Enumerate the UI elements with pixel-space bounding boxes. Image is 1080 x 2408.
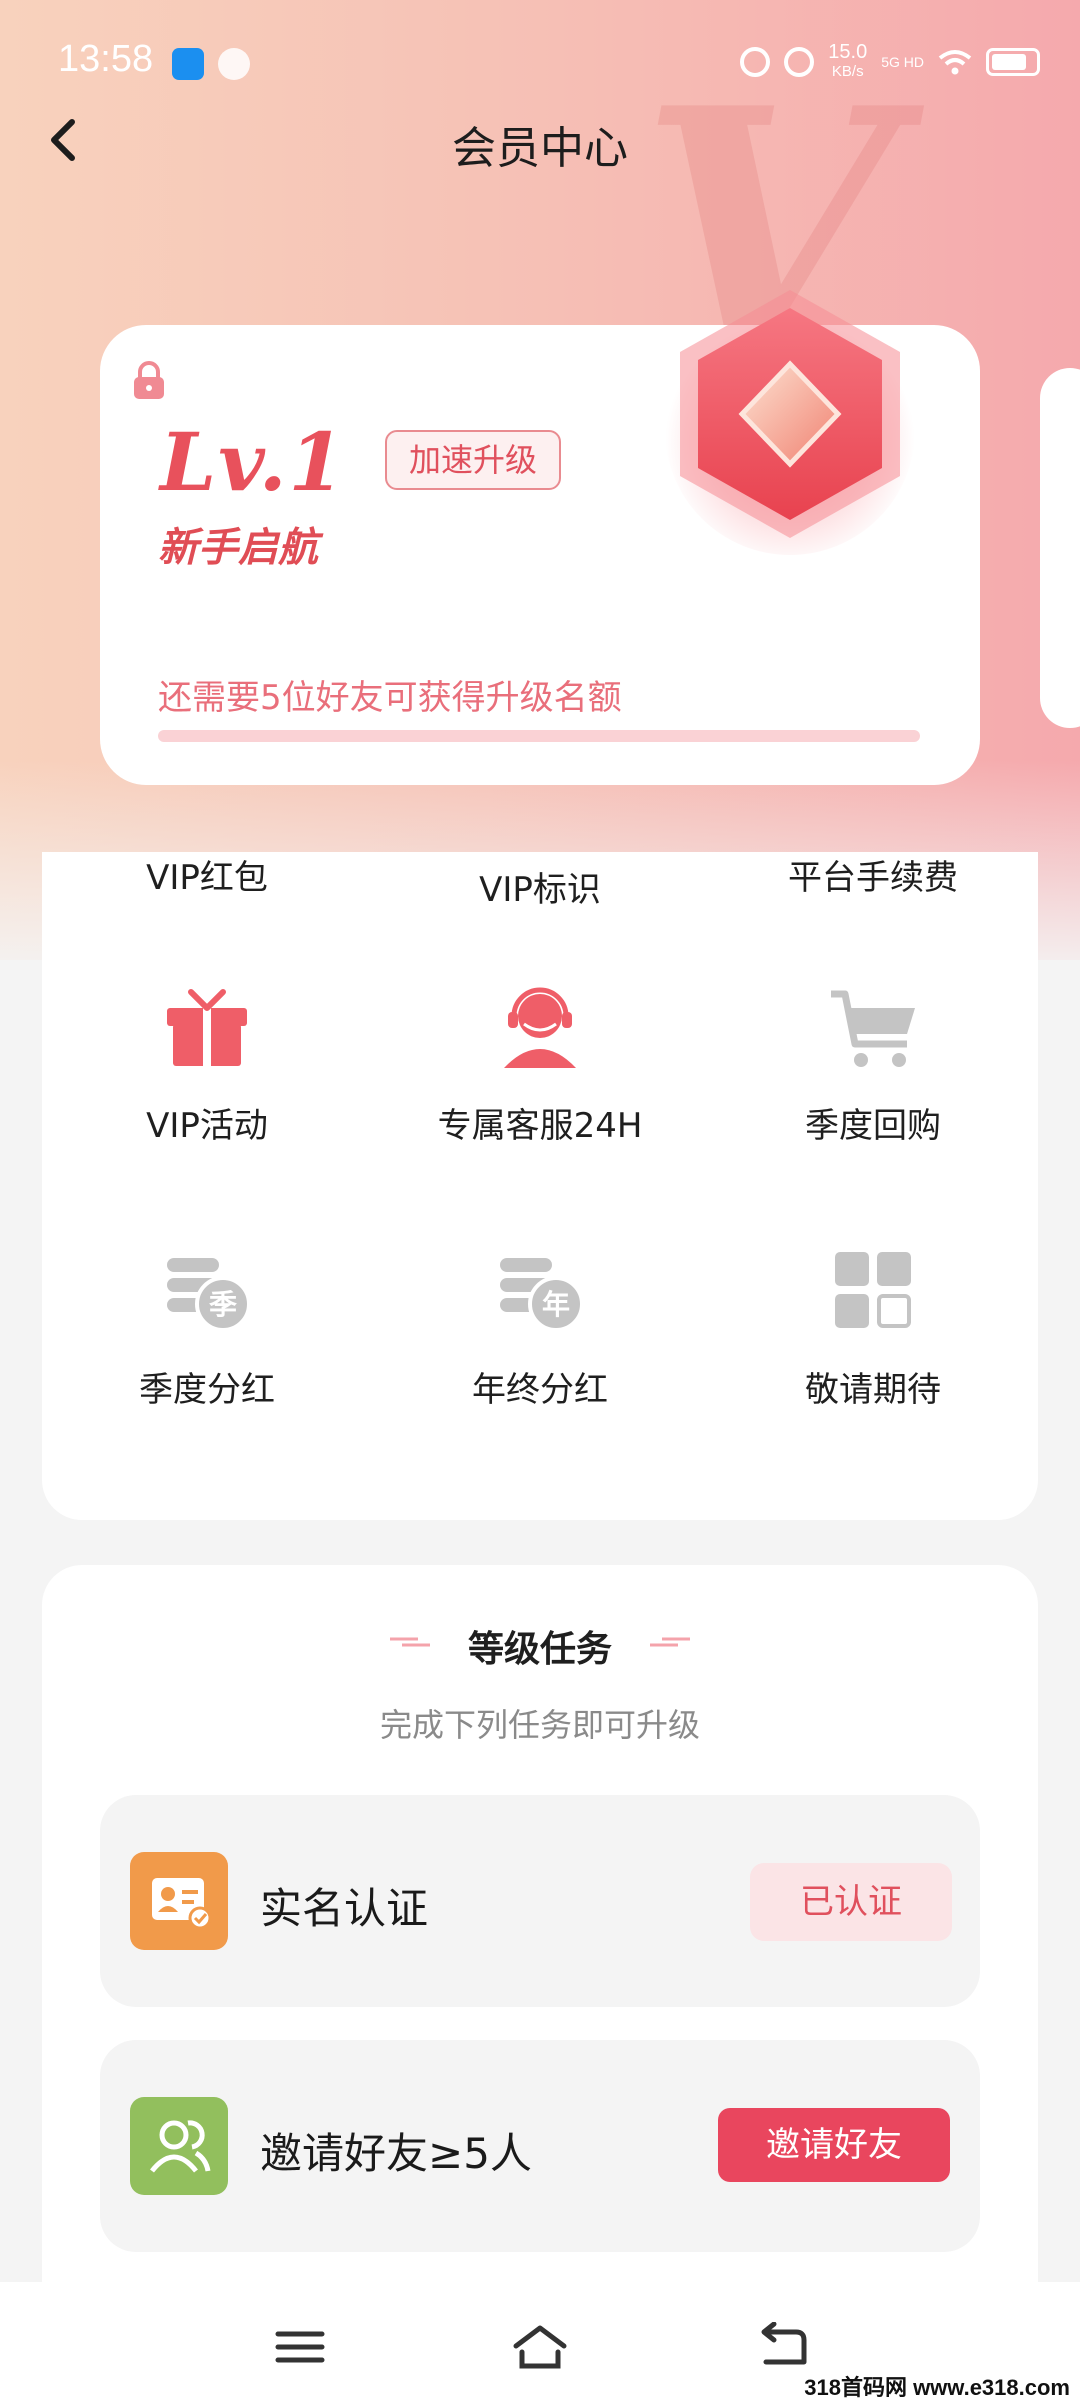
title-decoration-right [650, 1637, 690, 1647]
gift-icon [167, 989, 247, 1066]
wifi-icon [938, 50, 972, 75]
task-label: 邀请好友≥5人 [260, 2129, 532, 2178]
mute-icon [784, 47, 815, 77]
alarm-icon [740, 47, 771, 77]
id-card-icon [130, 1852, 228, 1950]
benefit-label: 季度回购 [805, 1106, 941, 1146]
lock-icon [134, 361, 164, 399]
coin-badge-text: 年 [542, 1288, 570, 1321]
status-indicators: 15.0 KB/s 5G HD [740, 42, 1040, 82]
annual-dividend-icon: 年 [500, 1258, 584, 1332]
menu-icon[interactable] [270, 2322, 330, 2372]
task-row-real-name: 实名认证 已认证 [100, 1795, 980, 2007]
diamond-badge-icon [665, 290, 915, 555]
grid-icon [835, 1252, 911, 1328]
check-icon [218, 48, 250, 80]
tasks-title: 等级任务 [467, 1629, 612, 1670]
network-type: 5G HD [881, 54, 924, 70]
invite-friends-button[interactable]: 邀请好友 [718, 2108, 950, 2182]
network-speed-value: 15.0 [828, 41, 868, 63]
boost-upgrade-button[interactable]: 加速升级 [385, 430, 562, 490]
task-label: 实名认证 [260, 1884, 429, 1933]
benefit-quarterly-dividend[interactable]: 季 季度分红 [42, 1244, 372, 1411]
status-bar: 13:58 15.0 KB/s 5G HD [0, 0, 1080, 120]
benefit-quarterly-buyback[interactable]: 季度回购 [708, 980, 1038, 1147]
shopping-cart-icon [831, 987, 915, 1067]
home-icon[interactable] [510, 2322, 570, 2372]
benefit-label: 年终分红 [472, 1370, 608, 1410]
progress-bar [158, 730, 920, 742]
network-speed: 15.0 KB/s [828, 42, 867, 82]
benefit-label: 专属客服24H [437, 1106, 643, 1146]
status-time: 13:58 [58, 38, 154, 80]
next-level-card[interactable] [1040, 368, 1080, 728]
page-title: 会员中心 [452, 123, 628, 174]
system-nav-bar: 318首码网 www.e318.com [0, 2282, 1080, 2408]
quarterly-dividend-icon: 季 [167, 1258, 251, 1332]
benefit-vip-red-packet[interactable]: VIP红包 [42, 850, 372, 899]
level-name: 新手启航 [158, 525, 318, 571]
tasks-subtitle: 完成下列任务即可升级 [379, 1706, 700, 1744]
benefit-vip-badge[interactable]: VIP标识 [375, 862, 705, 911]
progress-text: 还需要5位好友可获得升级名额 [158, 678, 622, 718]
benefit-label: VIP活动 [146, 1106, 268, 1146]
benefit-label: 季度分红 [139, 1370, 275, 1410]
benefits-grid: VIP红包 VIP标识 平台手续费 VIP活动 专属客服24H 季度回购 季 季… [42, 852, 1038, 1520]
benefit-annual-dividend[interactable]: 年 年终分红 [375, 1244, 705, 1411]
task-row-invite-friends: 邀请好友≥5人 邀请好友 [100, 2040, 980, 2252]
coin-badge-text: 季 [209, 1288, 237, 1321]
watermark-text: 318首码网 www.e318.com [804, 2375, 1070, 2400]
level-number: Lv.1 [160, 415, 347, 509]
benefit-platform-fee[interactable]: 平台手续费 [708, 850, 1038, 899]
network-speed-unit: KB/s [831, 63, 864, 80]
battery-icon [986, 48, 1040, 76]
verified-button[interactable]: 已认证 [750, 1863, 952, 1941]
benefit-vip-activity[interactable]: VIP活动 [42, 980, 372, 1147]
customer-service-icon [504, 987, 576, 1068]
benefit-label: 敬请期待 [805, 1370, 941, 1410]
app-notification-icon [172, 48, 204, 80]
benefit-customer-service[interactable]: 专属客服24H [375, 980, 705, 1147]
benefit-coming-soon[interactable]: 敬请期待 [708, 1244, 1038, 1411]
back-nav-icon[interactable] [752, 2322, 812, 2372]
friends-icon [130, 2097, 228, 2195]
